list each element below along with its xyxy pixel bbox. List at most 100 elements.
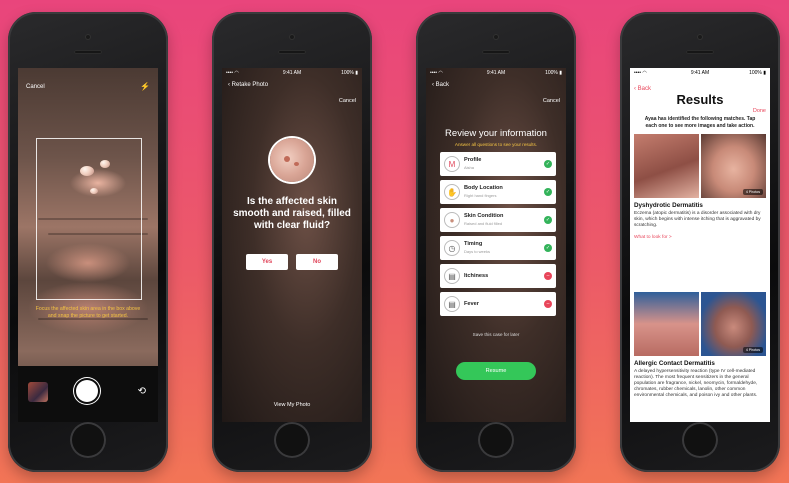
review-item-value: Right hand fingers [464,193,497,198]
review-list: M Profile Aisha ✓ ✋ Body Location Right … [440,152,556,320]
result-description: A delayed hypersensitivity reaction (typ… [634,369,758,398]
result-images: 4 Photos [634,134,766,198]
what-to-look-for-link[interactable]: What to look for > [634,235,766,240]
front-camera [85,34,91,40]
photo-library-thumbnail[interactable] [28,382,48,402]
phone-question: •••• ◠ 9:41 AM 100% ▮ ‹ Retake Photo Can… [212,12,372,472]
status-bar: •••• ◠ 9:41 AM 100% ▮ [426,68,566,78]
flash-icon[interactable]: ⚡ [140,82,150,91]
incomplete-icon: – [544,300,552,308]
phone-camera: Cancel ⚡ Focus the affected skin area in… [8,12,168,472]
review-screen: •••• ◠ 9:41 AM 100% ▮ ‹ Back Cancel Revi… [426,68,566,422]
signal-icon: •••• ◠ [226,70,239,76]
check-icon: ✓ [544,216,552,224]
battery-indicator: 100% ▮ [545,70,562,76]
review-item-label: Fever [464,301,479,307]
switch-camera-icon[interactable]: ⟲ [138,386,146,397]
battery-percent: 100% [545,70,558,76]
check-icon: ✓ [544,188,552,196]
done-button[interactable]: Done [753,108,766,114]
review-item-body-location[interactable]: ✋ Body Location Right hand fingers ✓ [440,180,556,204]
review-item-label: Itchiness [464,273,489,279]
retake-photo-button[interactable]: ‹ Retake Photo [228,82,268,88]
result-title: Dyshydrotic Dermatitis [634,202,703,209]
skin-sample-icon: ● [444,212,460,228]
check-icon: ✓ [544,160,552,168]
no-button[interactable]: No [296,254,338,270]
status-time: 9:41 AM [282,70,302,76]
cancel-button[interactable]: Cancel [543,98,560,104]
review-item-skin-condition[interactable]: ● Skin Condition Raised and fluid filled… [440,208,556,232]
phone-review: •••• ◠ 9:41 AM 100% ▮ ‹ Back Cancel Revi… [416,12,576,472]
result-photo [634,292,699,356]
battery-indicator: 100% ▮ [341,70,358,76]
status-time: 9:41 AM [690,70,710,76]
review-item-label: Skin Condition [464,213,504,219]
hand-icon: ✋ [444,184,460,200]
battery-indicator: 100% ▮ [749,70,766,76]
home-button [274,422,310,458]
earpiece [482,50,510,54]
results-screen: •••• ◠ 9:41 AM 100% ▮ ‹ Back Results Don… [630,68,770,422]
clipboard-icon: ▤ [444,296,460,312]
earpiece [686,50,714,54]
skin-photo-thumbnail [270,138,314,182]
promo-banner: { "colors": { "accent": "#e8455a", "resu… [0,0,789,483]
status-time: 9:41 AM [486,70,506,76]
battery-percent: 100% [341,70,354,76]
front-camera [697,34,703,40]
lesion-spot [284,156,290,162]
status-bar: •••• ◠ 9:41 AM 100% ▮ [222,68,362,78]
review-item-label: Profile [464,157,482,163]
photo-count-badge: 4 Photos [742,347,763,353]
page-subtitle: Answer all questions to see your results… [454,142,538,147]
back-label: Back [435,82,450,88]
review-item-profile[interactable]: M Profile Aisha ✓ [440,152,556,176]
cancel-button[interactable]: Cancel [339,98,356,104]
status-bar: •••• ◠ 9:41 AM 100% ▮ [630,68,770,78]
camera-toolbar: ⟲ [18,366,158,422]
signal-icon: •••• ◠ [634,70,647,76]
review-item-value: Aisha [464,165,475,170]
photo-count-badge: 4 Photos [742,189,763,195]
page-title: Results [676,92,724,107]
camera-screen: Cancel ⚡ Focus the affected skin area in… [18,68,158,422]
clipboard-icon: ▤ [444,268,460,284]
save-case-link[interactable]: Save this case for later [426,332,566,337]
home-button [682,422,718,458]
blurred-photo-background [222,68,362,422]
shutter-button[interactable] [76,380,98,402]
page-title: Review your information [445,128,547,139]
result-card-dyshydrotic[interactable]: 4 Photos Dyshydrotic Dermatitis Eczema (… [634,134,766,240]
review-item-itchiness[interactable]: ▤ Itchiness – [440,264,556,288]
lesion-spot [294,162,299,166]
phone-results: •••• ◠ 9:41 AM 100% ▮ ‹ Back Results Don… [620,12,780,472]
signal-icon: •••• ◠ [430,70,443,76]
result-title: Allergic Contact Dermatitis [634,360,715,367]
earpiece [278,50,306,54]
review-item-value: Raised and fluid filled [464,221,503,226]
result-photo [634,134,699,198]
back-button[interactable]: ‹ Back [432,82,449,88]
review-item-value: Days to weeks [464,249,491,254]
home-button [478,422,514,458]
result-images: 4 Photos [634,292,766,356]
resume-button[interactable]: Resume [456,362,536,380]
review-item-label: Timing [464,241,483,247]
clock-icon: ◷ [444,240,460,256]
camera-instruction: Focus the affected skin area in the box … [35,306,141,319]
review-item-fever[interactable]: ▤ Fever – [440,292,556,316]
retake-photo-label: Retake Photo [231,82,269,88]
yes-button[interactable]: Yes [246,254,288,270]
cancel-button[interactable]: Cancel [26,84,45,90]
incomplete-icon: – [544,272,552,280]
profile-icon: M [444,156,460,172]
view-my-photo-button[interactable]: View My Photo [222,402,362,408]
result-description: Eczema (atopic dermatitis) is a disorder… [634,211,761,228]
battery-percent: 100% [749,70,762,76]
question-text: Is the affected skin smooth and raised, … [233,196,351,231]
front-camera [493,34,499,40]
check-icon: ✓ [544,244,552,252]
result-card-allergic-contact[interactable]: 4 Photos Allergic Contact Dermatitis A d… [634,292,766,399]
review-item-timing[interactable]: ◷ Timing Days to weeks ✓ [440,236,556,260]
